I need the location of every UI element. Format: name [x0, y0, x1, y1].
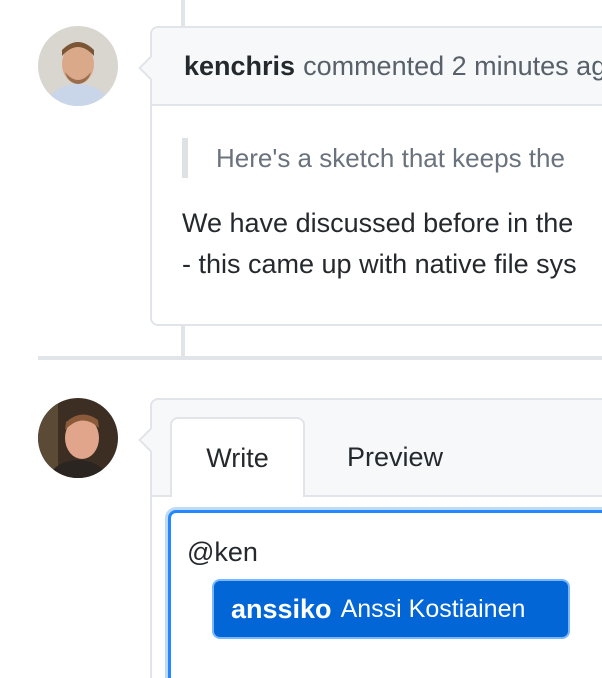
comment-pointer: [138, 427, 164, 453]
comment-header: kenchris commented 2 minutes ago: [152, 28, 602, 106]
comment-author[interactable]: kenchris: [184, 51, 295, 82]
editor-area: @ken anssiko Anssi Kostiainen: [152, 497, 602, 678]
comment-body: Here's a sketch that keeps the We have d…: [152, 106, 602, 285]
suggestion-name: Anssi Kostiainen: [340, 594, 526, 623]
blockquote: Here's a sketch that keeps the: [182, 138, 602, 178]
comment-textarea[interactable]: @ken anssiko Anssi Kostiainen: [168, 510, 602, 678]
comment-text-line: We have discussed before in the: [182, 208, 574, 238]
tab-preview[interactable]: Preview: [305, 417, 485, 497]
comment-text: We have discussed before in the - this c…: [182, 203, 602, 285]
mention-suggestion[interactable]: anssiko Anssi Kostiainen: [212, 579, 570, 639]
comment-meta: commented 2 minutes ago: [303, 50, 602, 81]
avatar-current-user[interactable]: [38, 398, 118, 478]
textarea-value: @ken: [187, 537, 258, 567]
avatar-photo-icon: [38, 398, 118, 478]
suggestion-login: anssiko: [231, 593, 332, 624]
new-comment-form: Write Preview @ken anssiko Anssi Kostiai…: [138, 398, 602, 678]
comment-text-line: - this came up with native file sys: [182, 249, 577, 279]
editor-tabs: Write Preview: [170, 417, 485, 497]
avatar-photo-icon: [38, 26, 118, 106]
avatar[interactable]: [38, 26, 118, 106]
comment-card: kenchris commented 2 minutes ago Here's …: [138, 26, 602, 326]
timeline-divider: [38, 356, 602, 360]
tab-write[interactable]: Write: [170, 417, 305, 497]
